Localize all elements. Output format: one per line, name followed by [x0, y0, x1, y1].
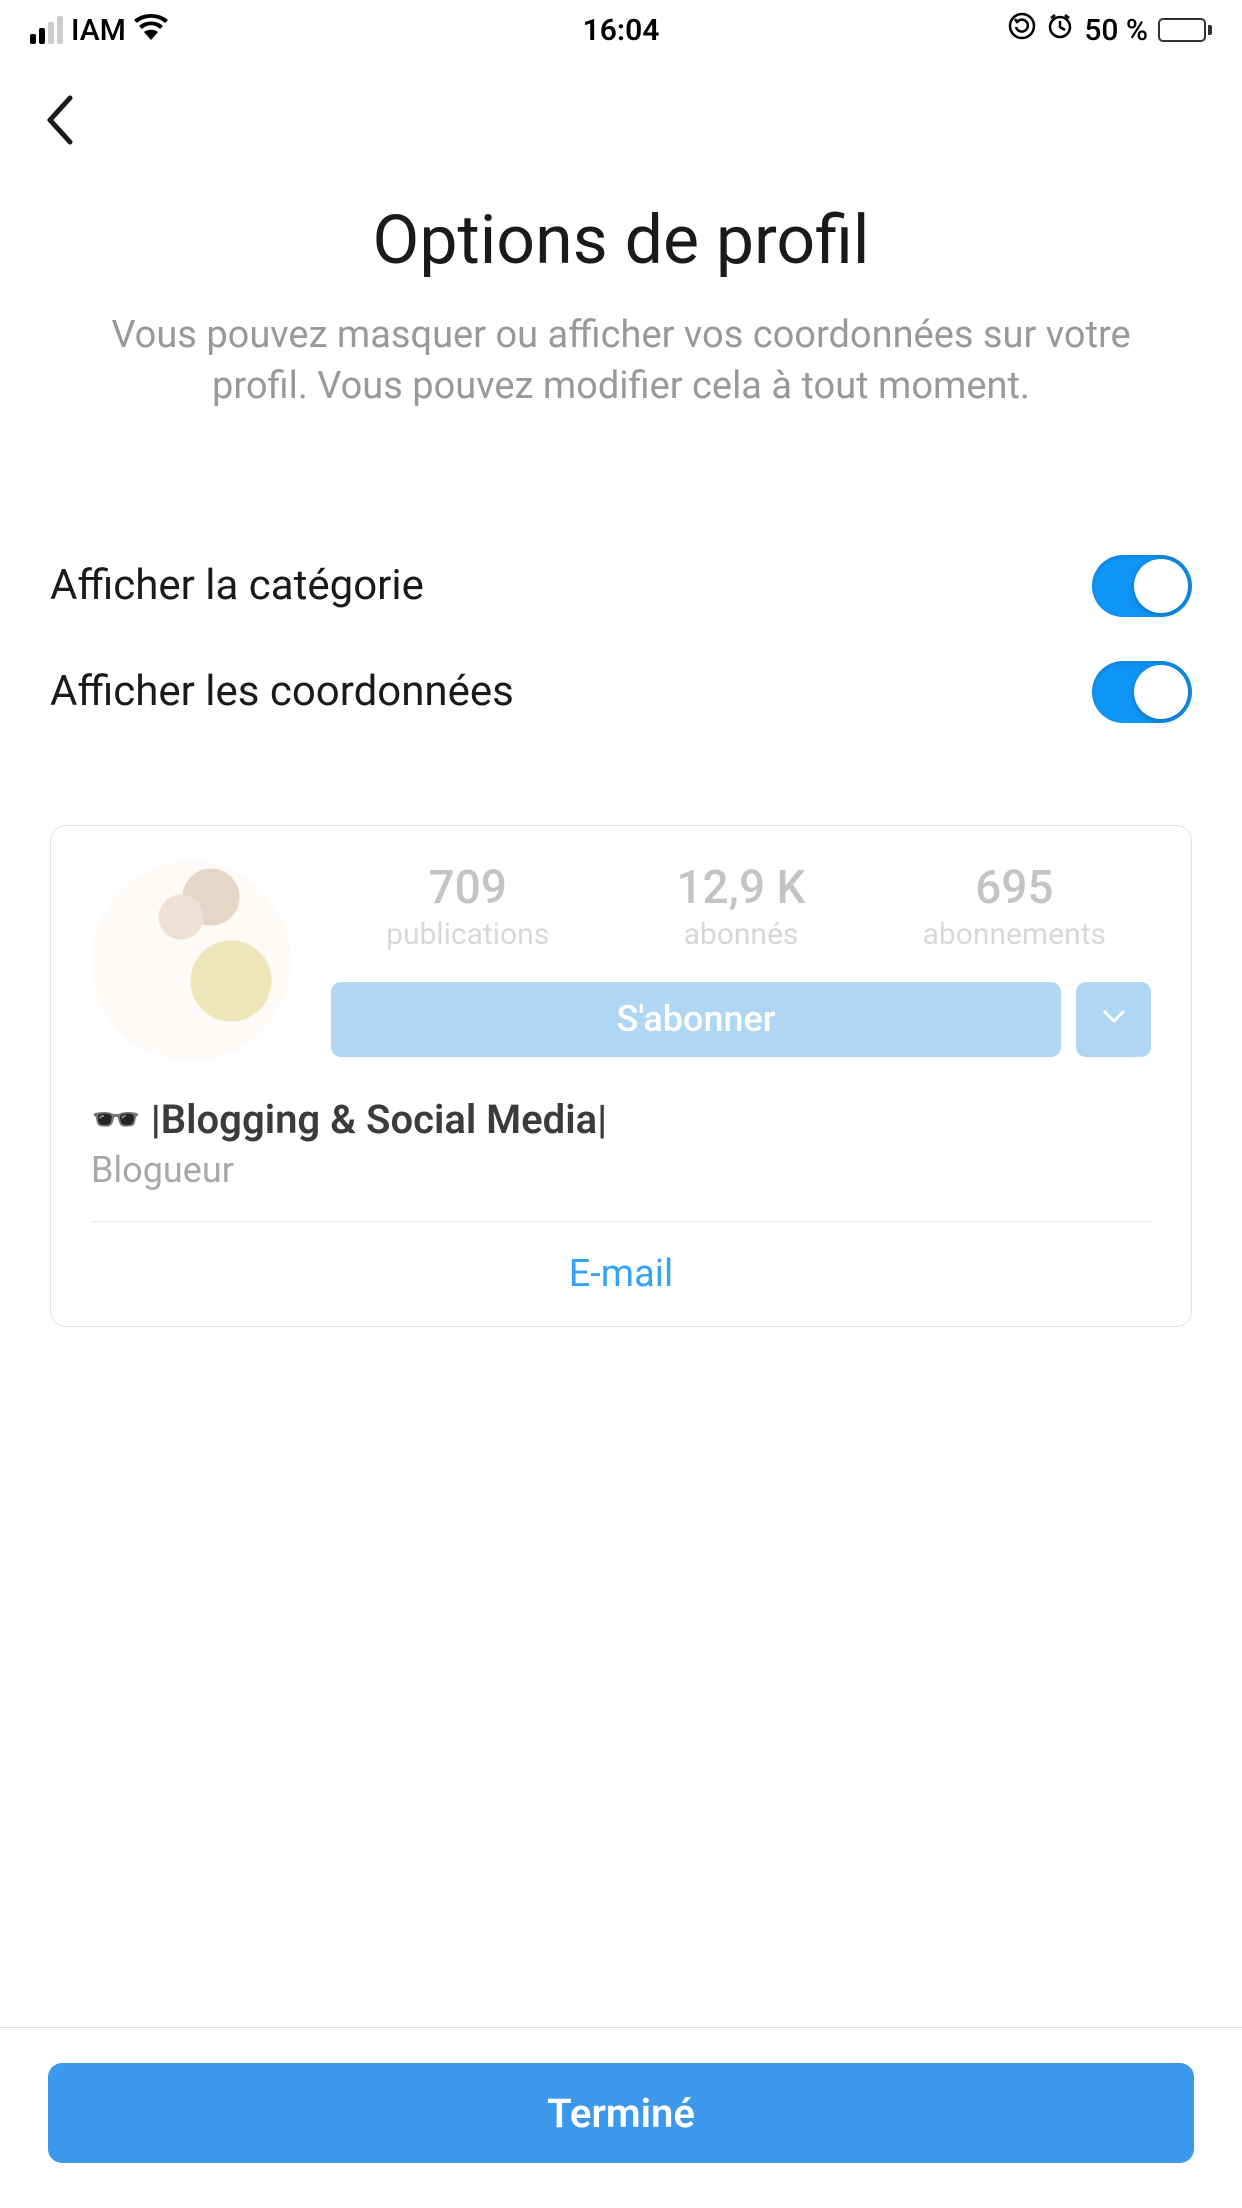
stat-posts-label: publications [331, 917, 604, 952]
chevron-down-icon [1102, 1009, 1126, 1029]
stat-posts-count: 709 [331, 861, 604, 915]
stat-following: 695 abonnements [878, 861, 1151, 952]
status-time: 16:04 [583, 13, 660, 48]
page-subtitle: Vous pouvez masquer ou afficher vos coor… [50, 310, 1192, 413]
stat-posts: 709 publications [331, 861, 604, 952]
email-link: E-mail [569, 1252, 674, 1296]
footer: Terminé [0, 2027, 1242, 2208]
email-row[interactable]: E-mail [91, 1221, 1151, 1326]
signal-icon [30, 16, 63, 44]
toggle-contacts-label: Afficher les coordonnées [50, 667, 514, 716]
toggle-row-category: Afficher la catégorie [50, 533, 1192, 639]
stat-following-count: 695 [878, 861, 1151, 915]
toggle-category[interactable] [1092, 555, 1192, 617]
follow-button[interactable]: S'abonner [331, 982, 1061, 1057]
toggle-row-contacts: Afficher les coordonnées [50, 639, 1192, 745]
follow-button-label: S'abonner [616, 998, 775, 1040]
toggle-category-label: Afficher la catégorie [50, 561, 424, 610]
stat-followers-count: 12,9 K [604, 861, 877, 915]
done-button[interactable]: Terminé [48, 2063, 1194, 2163]
stat-followers: 12,9 K abonnés [604, 861, 877, 952]
battery-icon [1158, 18, 1212, 42]
toggle-contacts[interactable] [1092, 661, 1192, 723]
status-bar: IAM 16:04 50 % [0, 0, 1242, 60]
carrier-label: IAM [71, 13, 126, 48]
battery-percentage: 50 % [1084, 13, 1148, 48]
profile-name: 🕶️ |Blogging & Social Media| [91, 1096, 1151, 1143]
nav-bar [0, 60, 1242, 180]
status-right: 50 % [1008, 12, 1212, 48]
alarm-icon [1046, 12, 1074, 48]
wifi-icon [134, 13, 168, 48]
status-left: IAM [30, 13, 168, 48]
stat-following-label: abonnements [878, 917, 1151, 952]
stat-followers-label: abonnés [604, 917, 877, 952]
rotation-lock-icon [1008, 12, 1036, 48]
profile-preview-card: 709 publications 12,9 K abonnés 695 abon… [50, 825, 1192, 1327]
follow-dropdown-button[interactable] [1076, 982, 1151, 1057]
page-title: Options de profil [50, 200, 1192, 280]
done-button-label: Terminé [547, 2090, 695, 2137]
avatar [91, 861, 291, 1061]
profile-category: Blogueur [91, 1149, 1151, 1191]
back-button[interactable] [40, 90, 80, 150]
